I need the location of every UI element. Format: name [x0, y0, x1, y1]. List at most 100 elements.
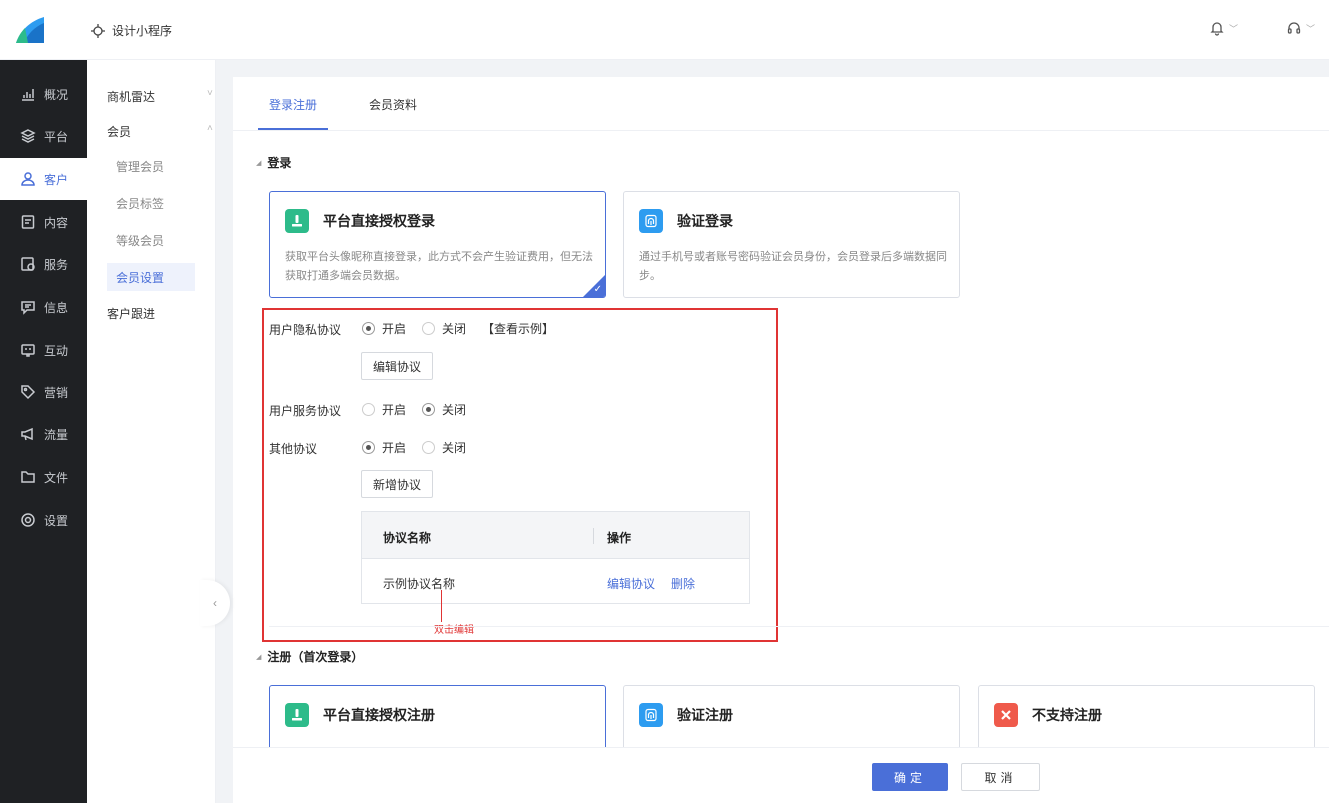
- add-agreement-button[interactable]: 新增协议: [361, 470, 434, 498]
- privacy-agreement-label: 用户隐私协议: [269, 323, 342, 337]
- subnav-group-opportunity[interactable]: 商机雷达 ˅: [107, 88, 217, 105]
- service-on-radio[interactable]: 开启: [362, 401, 406, 418]
- section-title-text: 注册（首次登录）: [267, 650, 364, 664]
- column-divider: [593, 528, 594, 544]
- collapse-triangle-icon: ◢: [256, 159, 262, 167]
- sidebar-item-service[interactable]: 服务: [0, 243, 87, 285]
- tab-member-profile[interactable]: 会员资料: [358, 78, 458, 130]
- service-off-radio[interactable]: 关闭: [422, 401, 466, 418]
- subnav-group-followup[interactable]: 客户跟进: [107, 305, 155, 322]
- card-verify-login[interactable]: 验证登录 通过手机号或者账号密码验证会员身份，会员登录后多端数据同步。: [623, 191, 960, 298]
- interact-icon: [21, 344, 35, 357]
- sidebar-item-label: 文件: [44, 470, 69, 485]
- agreements-table: 协议名称 操作 示例协议名称 编辑协议 删除: [361, 511, 750, 604]
- megaphone-icon: [21, 427, 33, 441]
- app-name: 设计小程序: [112, 24, 173, 38]
- subnav-item-member-levels[interactable]: 等级会员: [107, 226, 195, 254]
- folder-icon: [21, 471, 35, 483]
- chevron-down-icon: ﹀: [1229, 23, 1239, 34]
- sidebar-item-traffic[interactable]: 流量: [0, 413, 87, 455]
- column-header-name: 协议名称: [383, 531, 432, 545]
- tab-login-register[interactable]: 登录注册: [258, 78, 358, 130]
- card-platform-auth-login[interactable]: 平台直接授权登录 获取平台头像昵称直接登录，此方式不会产生验证费用，但无法获取打…: [269, 191, 606, 298]
- headset-icon: [1287, 22, 1301, 34]
- radio-dot: [362, 441, 375, 454]
- service-agreement-label: 用户服务协议: [269, 404, 342, 418]
- subnav-item-label: 管理会员: [116, 159, 165, 174]
- authorize-icon: [285, 209, 309, 233]
- sidebar-item-label: 客户: [44, 172, 69, 187]
- sidebar-item-label: 营销: [44, 385, 69, 400]
- support-button[interactable]: ﹀: [1286, 20, 1315, 36]
- secondary-nav: 商机雷达 ˅ 会员 ˄ 管理会员 会员标签 等级会员 会员设置 客户跟进: [87, 60, 216, 803]
- subnav-group-member[interactable]: 会员 ˄: [107, 123, 217, 140]
- logo: [16, 17, 44, 43]
- app-switch-icon: [91, 23, 105, 38]
- privacy-on-radio[interactable]: 开启: [362, 320, 406, 337]
- other-on-radio[interactable]: 开启: [362, 439, 406, 456]
- sidebar-item-overview[interactable]: 概况: [0, 73, 87, 115]
- sidebar-item-interact[interactable]: 互动: [0, 329, 87, 371]
- section-title-login[interactable]: ◢ 登录: [256, 154, 291, 171]
- subnav-group-label: 会员: [107, 125, 132, 139]
- chevron-down-icon: ˄: [207, 123, 213, 134]
- radio-dot: [422, 441, 436, 454]
- collapse-triangle-icon: ◢: [256, 653, 262, 661]
- delete-agreement-link[interactable]: 删除: [671, 575, 695, 592]
- privacy-agreement-radios: 开启 关闭 【查看示例】: [362, 320, 554, 337]
- card-title: 平台直接授权登录: [323, 213, 435, 229]
- chart-icon: [22, 89, 34, 101]
- confirm-button[interactable]: 确定: [872, 763, 948, 791]
- other-agreement-radios: 开启 关闭: [362, 439, 482, 456]
- section-title-register[interactable]: ◢ 注册（首次登录）: [256, 648, 363, 665]
- section-title-text: 登录: [267, 156, 292, 170]
- radio-label: 关闭: [442, 322, 467, 336]
- cancel-button[interactable]: 取消: [961, 763, 1040, 791]
- tab-label: 会员资料: [369, 97, 418, 112]
- sidebar-item-label: 信息: [44, 300, 69, 315]
- other-off-radio[interactable]: 关闭: [422, 439, 466, 456]
- edit-agreement-link[interactable]: 编辑协议: [607, 575, 655, 592]
- subnav-item-member-tags[interactable]: 会员标签: [107, 189, 195, 217]
- sidebar-item-label: 互动: [44, 343, 69, 358]
- radio-label: 关闭: [442, 403, 467, 417]
- table-header: 协议名称 操作: [362, 512, 749, 559]
- authorize-icon: [285, 703, 309, 727]
- section-divider: [269, 626, 1329, 627]
- sidebar-item-label: 设置: [44, 513, 69, 528]
- radio-dot: [422, 322, 436, 335]
- subnav-group-label: 客户跟进: [107, 307, 156, 321]
- chevron-left-icon: ‹: [213, 596, 217, 610]
- privacy-off-radio[interactable]: 关闭: [422, 320, 466, 337]
- sidebar-item-files[interactable]: 文件: [0, 456, 87, 498]
- sidebar-item-marketing[interactable]: 营销: [0, 371, 87, 413]
- sidebar-item-settings[interactable]: 设置: [0, 499, 87, 541]
- notification-button[interactable]: ﹀: [1209, 20, 1238, 36]
- app-switcher[interactable]: 设计小程序: [90, 22, 172, 39]
- card-title: 不支持注册: [1032, 707, 1102, 723]
- service-agreement-radios: 开启 关闭: [362, 401, 482, 418]
- edit-agreement-button[interactable]: 编辑协议: [361, 352, 434, 380]
- card-header: 验证注册: [639, 703, 733, 727]
- fingerprint-icon: [639, 703, 663, 727]
- radio-label: 开启: [382, 441, 407, 455]
- annotation-line: [441, 590, 442, 622]
- tab-bar: 登录注册 会员资料: [258, 78, 458, 130]
- sidebar-item-platform[interactable]: 平台: [0, 115, 87, 157]
- subnav-item-manage-members[interactable]: 管理会员: [107, 152, 195, 180]
- top-bar: 设计小程序 ﹀ ﹀: [0, 0, 1329, 60]
- card-title: 验证注册: [677, 707, 733, 723]
- subnav-group-label: 商机雷达: [107, 90, 156, 104]
- tab-label: 登录注册: [269, 97, 318, 112]
- view-example-link[interactable]: 【查看示例】: [482, 320, 554, 337]
- sidebar-item-customer[interactable]: 客户: [0, 158, 87, 200]
- sidebar-item-content[interactable]: 内容: [0, 201, 87, 243]
- sidebar-item-label: 平台: [44, 129, 69, 144]
- card-description: 获取平台头像昵称直接登录，此方式不会产生验证费用，但无法获取打通多端会员数据。: [285, 251, 593, 282]
- agreement-name-cell[interactable]: 示例协议名称: [383, 575, 455, 592]
- radio-dot: [422, 403, 436, 416]
- radio-label: 开启: [382, 403, 407, 417]
- sidebar-item-message[interactable]: 信息: [0, 286, 87, 328]
- subnav-item-label: 会员设置: [116, 270, 165, 285]
- subnav-item-member-settings[interactable]: 会员设置: [107, 263, 195, 291]
